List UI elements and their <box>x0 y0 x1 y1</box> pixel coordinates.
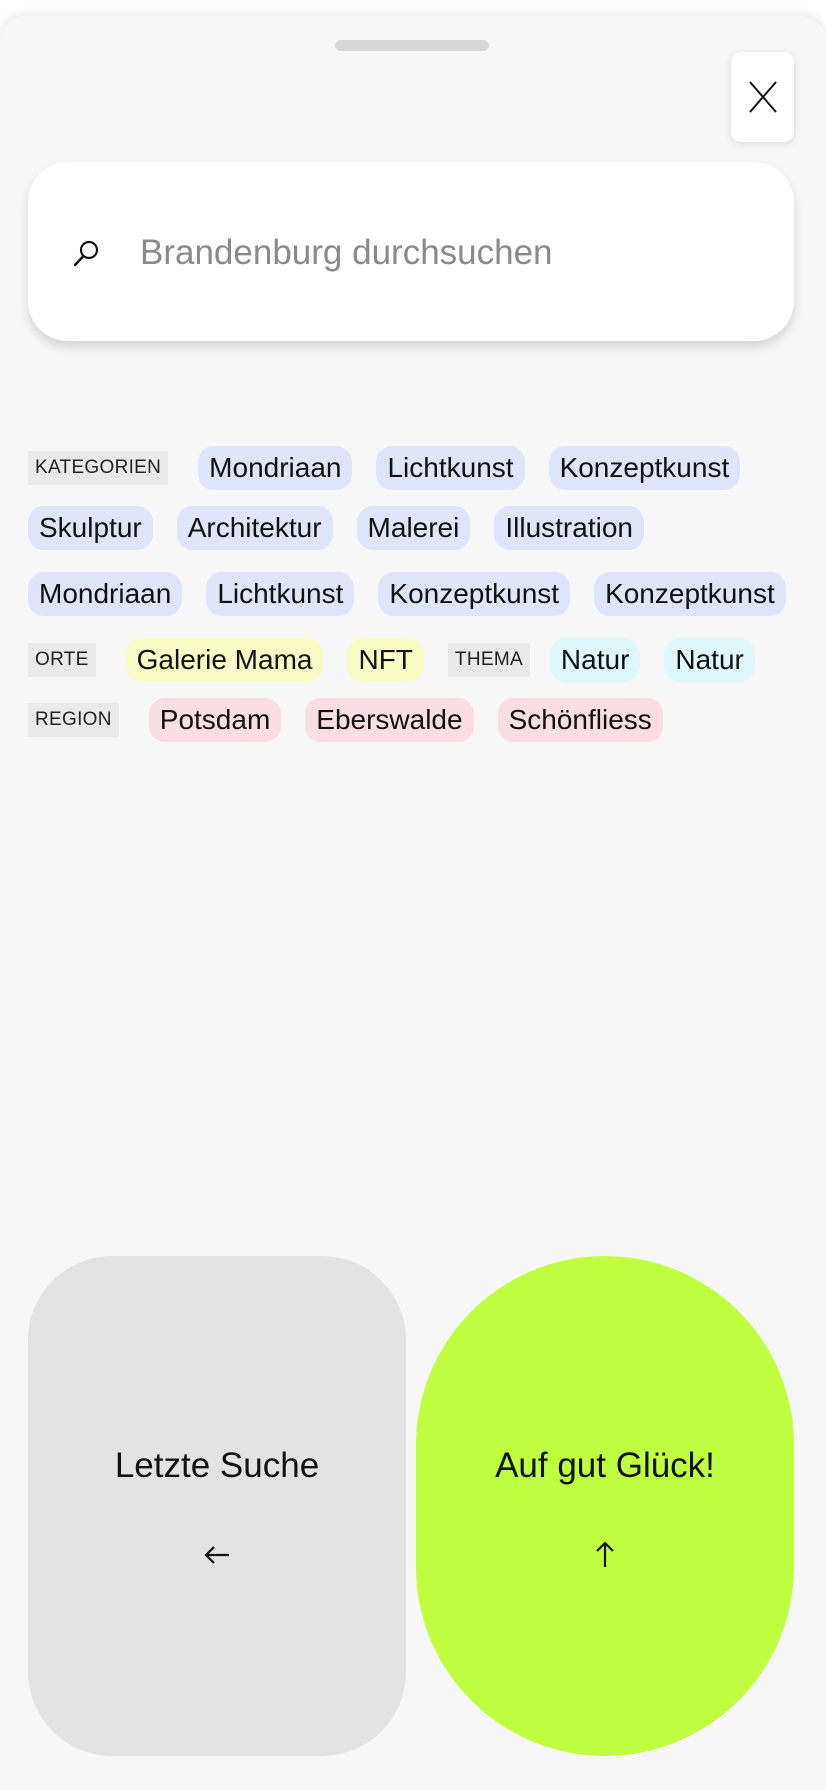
filter-row: KATEGORIEN Mondriaan Lichtkunst Konzeptk… <box>28 446 798 490</box>
search-sheet: KATEGORIEN Mondriaan Lichtkunst Konzeptk… <box>0 16 826 1790</box>
region-chip[interactable]: Schönfliess <box>497 698 663 742</box>
lucky-button[interactable]: Auf gut Glück! <box>416 1256 794 1756</box>
category-chip[interactable]: Architektur <box>176 506 333 550</box>
section-label-thema: THEMA <box>447 643 530 677</box>
search-input[interactable] <box>138 222 762 284</box>
category-chip[interactable]: Malerei <box>356 506 471 550</box>
filter-list: KATEGORIEN Mondriaan Lichtkunst Konzeptk… <box>28 446 798 758</box>
section-label-region: REGION <box>28 703 119 737</box>
category-chip[interactable]: Konzeptkunst <box>378 572 571 616</box>
category-chip[interactable]: Illustration <box>494 506 644 550</box>
place-chip[interactable]: NFT <box>347 638 424 682</box>
section-label-orte: ORTE <box>28 643 96 677</box>
arrow-up-icon <box>596 1541 614 1567</box>
region-chip[interactable]: Potsdam <box>148 698 282 742</box>
last-search-button[interactable]: Letzte Suche <box>28 1256 406 1756</box>
drag-handle[interactable] <box>335 40 489 51</box>
category-chip[interactable]: Skulptur <box>28 506 153 550</box>
arrow-left-icon <box>204 1546 229 1564</box>
search-box[interactable] <box>28 162 794 341</box>
filter-row: REGION Potsdam Eberswalde Schönfliess <box>28 698 798 742</box>
place-chip[interactable]: Galerie Mama <box>125 638 324 682</box>
category-chip[interactable]: Lichtkunst <box>376 446 525 490</box>
category-chip[interactable]: Konzeptkunst <box>594 572 786 616</box>
category-chip[interactable]: Konzeptkunst <box>548 446 741 490</box>
last-search-label: Letzte Suche <box>114 1446 320 1485</box>
section-label-kategorien: KATEGORIEN <box>28 451 169 485</box>
search-icon <box>73 240 99 267</box>
theme-chip[interactable]: Natur <box>549 638 641 682</box>
filter-row: ORTE Galerie Mama NFT THEMA Natur Natur <box>28 638 798 682</box>
category-chip[interactable]: Mondriaan <box>28 572 183 616</box>
filter-row: Mondriaan Lichtkunst Konzeptkunst Konzep… <box>28 572 798 616</box>
lucky-label: Auf gut Glück! <box>495 1446 715 1485</box>
close-button[interactable] <box>731 52 794 142</box>
category-chip[interactable]: Mondriaan <box>198 446 353 490</box>
region-chip[interactable]: Eberswalde <box>305 698 474 742</box>
category-chip[interactable]: Lichtkunst <box>206 572 355 616</box>
theme-chip[interactable]: Natur <box>664 638 755 682</box>
close-icon <box>748 81 777 113</box>
filter-row: Skulptur Architektur Malerei Illustratio… <box>28 506 798 550</box>
